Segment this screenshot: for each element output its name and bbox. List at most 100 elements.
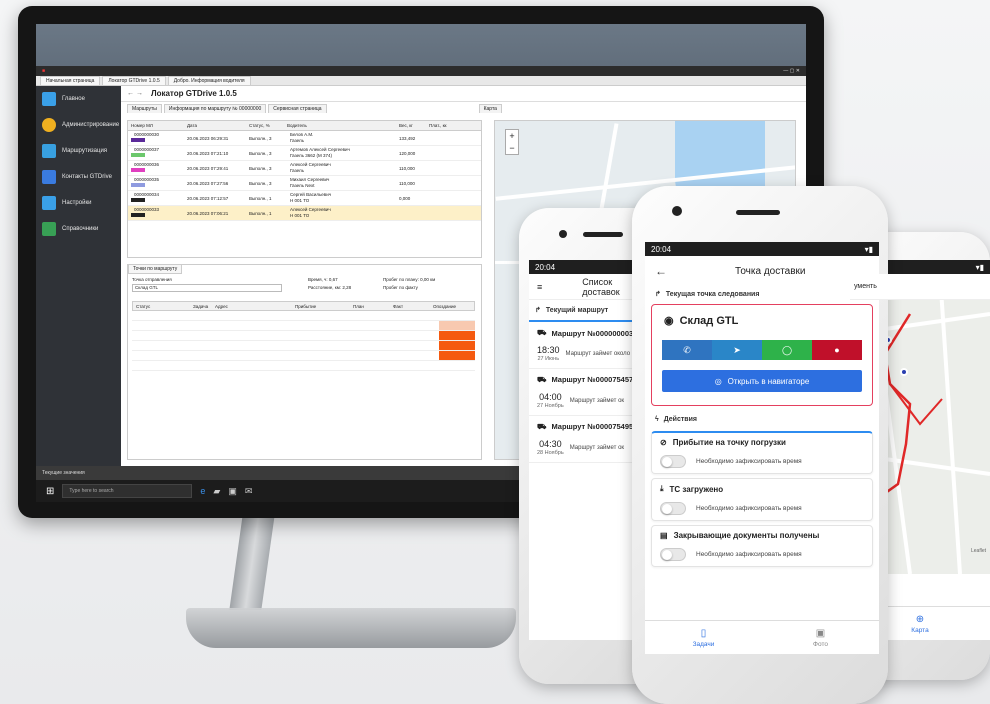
routes-grid: Номер МЛ Дата Статус, % Водитель Вес, кг… [127,120,482,258]
nav-tasks[interactable]: ▯ Задачи [645,621,762,654]
check-circle-icon: ⊘ [660,438,667,447]
delivery-title: Точка доставки [735,265,806,277]
document-icon: ▤ [660,531,668,540]
settings-icon [42,196,56,210]
tab-service[interactable]: Сервисная страница [268,104,327,113]
upload-icon: ⤓ [660,484,664,493]
tab-map[interactable]: Карта [478,104,502,113]
monitor-base [186,608,516,648]
monitor-stand [229,515,275,610]
table-row[interactable]: 0000000036 20.06.2023 07:29:41 Выполн., 3 А… [128,161,481,176]
marketing-composite: ■ — ▢ ✕ Начальная страница Локатор GTDri… [0,0,990,704]
telegram-button[interactable]: ➤ [712,340,762,360]
sidebar-item-settings[interactable]: Настройки [36,190,121,216]
action-card: ▤ Закрывающие документы получены Необходим… [651,525,873,567]
open-navigator-button[interactable]: ◎ Открыть в навигаторе [662,370,862,392]
sidebar-item-main[interactable]: Главное [36,86,121,112]
delivery-header: ← Точка доставки [645,256,879,286]
tab-routes[interactable]: Маршруты [127,104,162,113]
browser-tabs: Начальная страница Локатор GTDrive 1.0.5… [36,76,806,86]
explorer-icon[interactable]: ▰ [213,486,220,497]
table-cell: 20.06.2023 06:29:31 [187,135,229,141]
mail-icon[interactable]: ✉ [245,486,253,497]
tab-driver-info[interactable]: Добро. Информация водителя [167,76,251,85]
store-icon[interactable]: ▣ [228,486,237,497]
table-cell: Выполн., 1 [249,210,272,216]
route-note: Маршрут займет около 3 [565,350,636,357]
app-logo-icon: ■ [42,68,46,74]
taskbar-search[interactable]: Type here to search [62,484,193,498]
action-list: ⊘ Прибытие на точку погрузки Необходимо за… [645,431,879,567]
map-zoom-control[interactable]: + − [505,129,519,155]
table-row[interactable]: 0000000035 20.06.2023 07:27:56 Выполн., 3 М… [128,176,481,191]
lightning-icon: ϟ [655,416,659,423]
phone-delivery-screen: 20:04 ▾▮ ← Точка доставки ↱ Текущая точка … [645,242,879,654]
table-cell: Алексей Сергеевич Газель [290,162,331,173]
battery-icon: ▾▮ [975,262,984,272]
route-date: 27 Ноябрь [537,402,564,409]
main-header: ← → Локатор GTDrive 1.0.5 [121,86,806,102]
route-note: Маршрут займет ок [569,444,625,451]
route-color-swatch [131,198,145,202]
route-title: Маршрут №000075495 [551,422,634,432]
origin-label: Точка отправления [132,277,172,282]
stat-time: Время, ч: 0,67 [308,277,338,282]
table-cell: 0000000033 [128,207,184,219]
current-route-label: Текущий маршрут [545,306,609,314]
phone-map-header: ументь [850,274,990,300]
time-toggle[interactable] [660,548,686,561]
tab-route-points[interactable]: Точки по маршруту [128,264,183,274]
action-title: Прибытие на точку погрузки [672,438,786,447]
table-cell: 20.06.2023 07:27:56 [187,180,229,186]
tab-route-info[interactable]: Информация по маршруту № 00000000 [163,104,267,113]
whatsapp-button[interactable]: ◯ [762,340,812,360]
toggle-label: Необходимо зафиксировать время [696,551,802,558]
sidebar-item-routing[interactable]: Маршрутизация [36,138,121,164]
table-cell: Выполн., 3 [249,180,272,186]
phone-speaker [736,210,780,215]
toggle-label: Необходимо зафиксировать время [696,458,802,465]
phone-camera [559,230,567,238]
table-row[interactable]: 0000000037 20.06.2023 07:21:10 Выполн., 3 А… [128,146,481,161]
sidebar-item-admin[interactable]: Администрирование [36,112,121,138]
tab-home[interactable]: Начальная страница [40,76,101,85]
table-cell: Сергей Васильевич Н 001 ТО [290,192,332,203]
sidebar-item-directories[interactable]: Справочники [36,216,121,242]
alert-icon: ● [834,345,840,355]
window-controls[interactable]: — ▢ ✕ [783,68,800,74]
whatsapp-icon: ◯ [781,344,793,355]
alert-button[interactable]: ● [812,340,862,360]
table-cell: Выполн., 3 [249,135,272,141]
telegram-icon: ➤ [733,344,741,355]
sidebar-item-contacts[interactable]: Контакты GTDrive [36,164,121,190]
table-row[interactable]: 0000000034 20.06.2023 07:12:57 Выполн., 1 С… [128,191,481,206]
table-cell: 110,000 [399,165,415,171]
call-button[interactable]: ✆ [662,340,712,360]
table-cell: Алексей Сергеевич Н 001 ТО [290,207,331,218]
time-toggle[interactable] [660,455,686,468]
phone-speaker [583,232,623,237]
route-date: 27 Июнь [537,355,560,362]
table-cell: 0000000030 [128,132,184,144]
stat-distance: Расстояние, км: 2,28 [308,285,352,290]
tab-locator[interactable]: Локатор GTDrive 1.0.5 [102,76,166,85]
table-cell: 0,000 [399,195,411,201]
truck-icon: ⛟ [537,374,547,384]
battery-icon: ▾▮ [864,244,873,254]
action-card: ⤓ ТС загружено Необходимо зафиксировать вр… [651,478,873,521]
windows-start-icon[interactable]: ⊞ [46,486,54,497]
camera-icon: ▣ [815,627,826,639]
nav-photo[interactable]: ▣ Фото [762,621,879,654]
nav-arrows-icon[interactable]: ← → [127,90,143,97]
table-row[interactable]: 0000000033 20.06.2023 07:06:21 Выполн., 1 А… [128,206,481,221]
origin-field[interactable]: Склад GTL [132,284,282,292]
route-color-swatch [131,168,145,172]
map-pin-icon[interactable] [900,368,908,376]
back-arrow-icon[interactable]: ← [655,264,667,278]
table-cell: 20.06.2023 07:21:10 [187,150,229,156]
time-toggle[interactable] [660,502,686,515]
table-row[interactable]: 0000000030 20.06.2023 06:29:31 Выполн., 3 Б… [128,131,481,146]
edge-icon[interactable]: e [200,486,205,496]
table-cell: Артемов Алексей Сергеевич Газель 3662 (М … [290,147,350,158]
menu-icon[interactable]: ≡ [537,282,542,292]
